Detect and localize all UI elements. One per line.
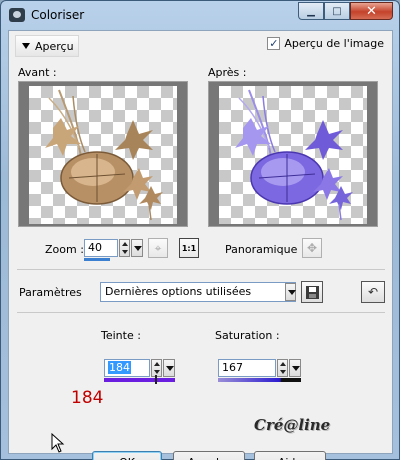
after-label: Après : [208,66,247,79]
collapse-arrow-icon [22,43,30,49]
maximize-button[interactable]: □ [324,2,350,20]
presets-label: Paramètres [19,286,82,299]
hue-color-bar[interactable] [104,378,175,382]
hue-marker[interactable] [155,375,157,384]
image-preview-checkbox-row[interactable]: ✓ Aperçu de l'image [267,37,384,50]
help-button[interactable]: Aide [254,451,326,460]
floppy-disk-icon [305,285,319,299]
before-preview[interactable] [18,81,188,227]
zoom-spinner[interactable] [119,239,130,257]
after-preview[interactable] [208,81,378,227]
move-icon: ✥ [306,241,318,255]
before-label: Avant : [18,66,57,79]
mouse-cursor-icon [51,433,65,453]
zoom-input[interactable]: 40 [84,239,118,257]
presets-combo[interactable]: Dernières options utilisées [100,282,296,302]
saturation-input[interactable]: 167 [218,359,276,377]
reset-button[interactable]: ↶ [361,281,385,303]
pan-label: Panoramique : [225,243,305,256]
ok-button[interactable]: OK [92,451,162,460]
zoom-fit-button[interactable]: ⌖ [148,238,168,258]
zoom-one-to-one-button[interactable]: 1:1 [179,238,199,258]
pan-button[interactable]: ✥ [302,238,322,258]
fit-icon: ⌖ [154,240,162,255]
window-controls: ▁ □ ✕ [298,2,393,20]
watermark: Cré@line [254,416,331,434]
saturation-dropdown-button[interactable] [289,359,301,377]
dialog-body: Aperçu ✓ Aperçu de l'image Avant : Après… [8,30,393,460]
save-preset-button[interactable] [301,281,323,303]
close-button[interactable]: ✕ [350,2,393,20]
hue-input[interactable]: 184 [104,359,150,377]
minimize-button[interactable]: ▁ [298,2,324,20]
preview-toggle-button[interactable]: Aperçu [15,35,79,57]
image-preview-checkbox[interactable]: ✓ [267,37,281,50]
divider [17,312,385,313]
zoom-slider-indicator [84,258,110,261]
cancel-button[interactable]: Annuler [173,451,245,460]
before-preview-image [45,89,163,221]
hue-dropdown-button[interactable] [163,359,175,377]
image-preview-label: Aperçu de l'image [284,37,384,50]
window-title: Coloriser [31,8,85,22]
hue-annotation: 184 [71,388,104,408]
one-to-one-icon: 1:1 [181,243,197,253]
saturation-label: Saturation : [215,329,280,342]
title-bar[interactable]: Coloriser ▁ □ ✕ [1,1,399,29]
reset-icon: ↶ [367,285,379,299]
saturation-color-bar[interactable] [218,378,301,382]
zoom-dropdown-button[interactable] [131,239,143,257]
hue-value: 184 [108,361,131,374]
app-icon [9,8,25,22]
coloriser-window: Coloriser ▁ □ ✕ Aperçu ✓ Aperçu de l'ima… [0,0,400,460]
divider [17,269,385,270]
presets-dropdown-button[interactable] [285,283,296,301]
saturation-spinner[interactable] [277,359,288,377]
preview-toggle-label: Aperçu [35,39,74,53]
after-preview-image [235,89,353,221]
zoom-label: Zoom : [45,243,84,256]
hue-label: Teinte : [101,329,141,342]
